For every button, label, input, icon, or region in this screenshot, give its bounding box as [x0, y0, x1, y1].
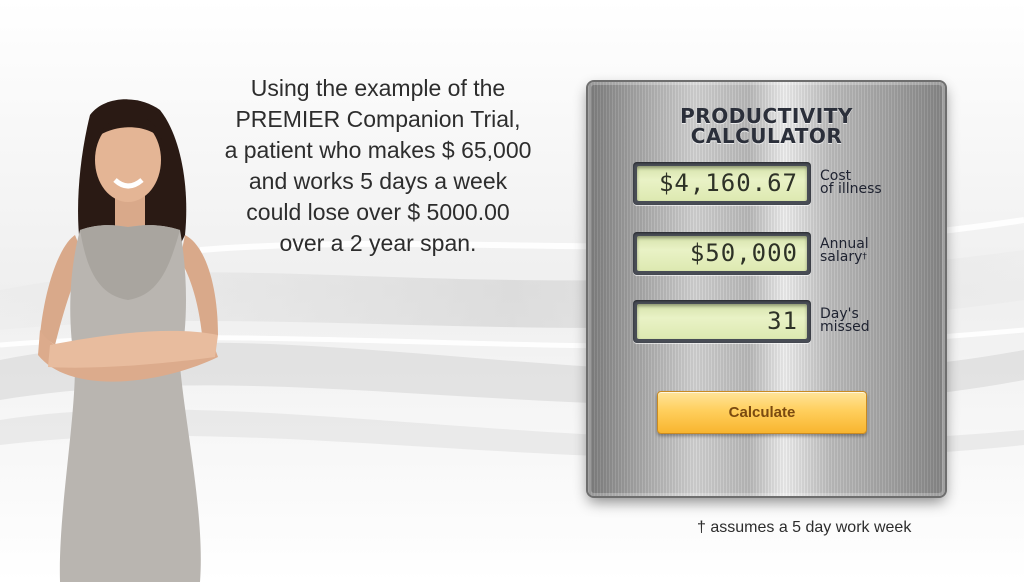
label-line: salary† [820, 249, 869, 265]
label-line: of illness [820, 181, 882, 197]
cost-of-illness-value: $4,160.67 [637, 166, 807, 201]
intro-line: a patient who makes $ 65,000 [224, 137, 532, 163]
label-text: salary [820, 249, 863, 265]
label-line: missed [820, 319, 870, 335]
intro-line: PREMIER Companion Trial, [235, 106, 521, 132]
calculator-title: PRODUCTIVITY [680, 104, 853, 128]
intro-line: could lose over $ 5000.00 [246, 199, 510, 225]
calculate-button[interactable]: Calculate [657, 391, 867, 434]
intro-line: over a 2 year span. [279, 230, 477, 256]
days-missed-label: Day's missed [820, 307, 870, 335]
annual-salary-label: Annual salary† [820, 237, 869, 265]
calculator-title: CALCULATOR [690, 124, 843, 148]
intro-line: Using the example of the [250, 75, 506, 101]
days-missed-input[interactable]: 31 [633, 300, 811, 343]
days-missed-value[interactable]: 31 [637, 304, 807, 339]
productivity-calculator-panel: PRODUCTIVITY CALCULATOR $4,160.67 Cost o… [588, 82, 945, 496]
cost-of-illness-label: Cost of illness [820, 169, 882, 197]
intro-line: and works 5 days a week [248, 168, 508, 194]
annual-salary-input[interactable]: $50,000 [633, 232, 811, 275]
footnote-text: † assumes a 5 day work week [697, 519, 912, 536]
annual-salary-value[interactable]: $50,000 [637, 236, 807, 271]
cost-of-illness-display: $4,160.67 [633, 162, 811, 205]
footnote-mark: † [862, 252, 867, 262]
intro-text: Using the example of the PREMIER Compani… [198, 73, 558, 259]
